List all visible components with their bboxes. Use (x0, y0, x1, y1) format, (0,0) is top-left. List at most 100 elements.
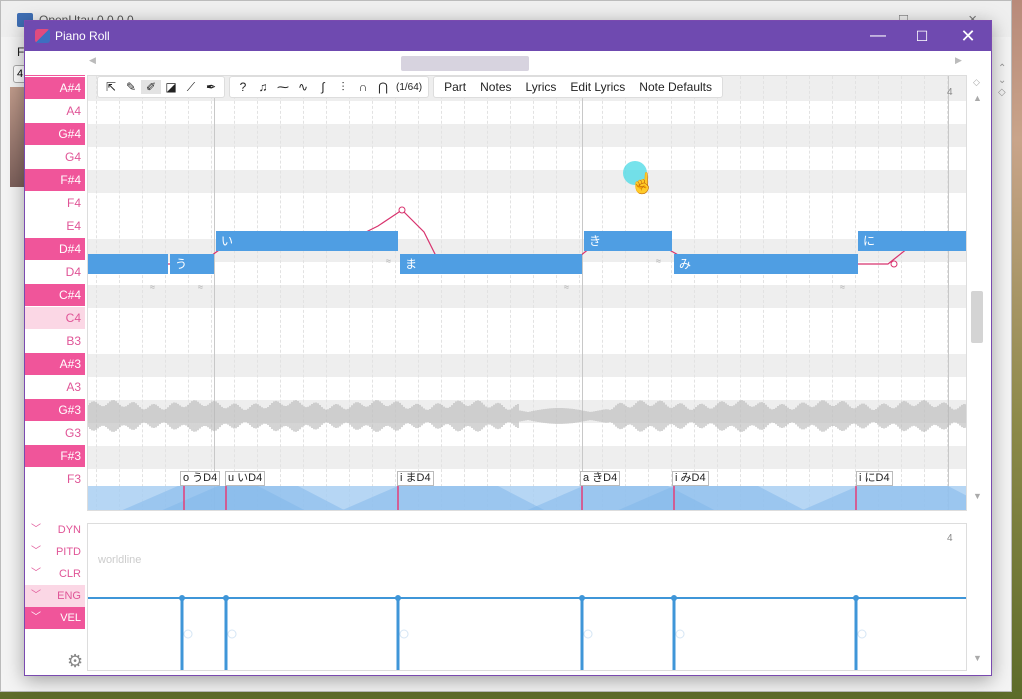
horizontal-scrollbar[interactable]: ◀ ▶ (87, 53, 967, 73)
phoneme-label[interactable]: u いD4 (225, 471, 266, 486)
help-button[interactable]: ? (233, 80, 253, 94)
note[interactable] (88, 254, 168, 274)
scroll-left-icon[interactable]: ◀ (89, 55, 96, 66)
expression-pitd[interactable]: ﹀ PITD (25, 541, 85, 563)
piano-keys[interactable]: D#5A#4A4G#4G4F#4F4E4D#4D4C#4C4B3A#3A3G#3… (25, 75, 85, 511)
expression-dyn[interactable]: ﹀ DYN (25, 519, 85, 541)
expression-label: PITD (55, 546, 81, 558)
minimize-icon: — (870, 27, 886, 44)
piano-key-f4[interactable]: F4 (25, 192, 85, 214)
diamond-icon[interactable]: ◇ (973, 77, 980, 88)
menu-lyrics[interactable]: Lyrics (519, 80, 564, 94)
view-toggle-icon[interactable]: ⁓ (273, 80, 293, 94)
note[interactable]: い (216, 231, 398, 251)
close-icon: ✕ (960, 26, 976, 46)
phoneme-label[interactable]: i まD4 (397, 471, 434, 486)
pen-icon[interactable]: ✒ (201, 80, 221, 94)
view-toggle-icon[interactable]: ∩ (353, 80, 373, 94)
piano-key-d4[interactable]: D4 (25, 261, 85, 283)
piano-key-c4[interactable]: C4 (25, 307, 85, 329)
piano-key-asharp4[interactable]: A#4 (25, 77, 85, 99)
expression-label: ENG (57, 590, 81, 602)
piano-key-e4[interactable]: E4 (25, 215, 85, 237)
note[interactable]: き (584, 231, 672, 251)
piano-key-csharp4[interactable]: C#4 (25, 284, 85, 306)
expression-scrollbar[interactable]: ▼ (969, 523, 985, 671)
piano-key-gsharp4[interactable]: G#4 (25, 123, 85, 145)
cursor-icon[interactable]: ⇱ (101, 80, 121, 94)
pitch-control-point[interactable] (890, 260, 898, 268)
piano-key-fsharp4[interactable]: F#4 (25, 169, 85, 191)
expression-curve[interactable] (88, 524, 967, 671)
titlebar: Piano Roll — ☐ ✕ (25, 21, 991, 51)
piano-key-g3[interactable]: G3 (25, 422, 85, 444)
minimize-button[interactable]: — (867, 25, 889, 47)
view-toggle-icon[interactable]: ⋂ (373, 80, 393, 94)
brush-icon[interactable]: ⟋ (181, 80, 201, 95)
piano-key-b3[interactable]: B3 (25, 330, 85, 352)
phoneme-label[interactable]: a きD4 (580, 471, 621, 486)
vertical-scroll-thumb[interactable] (971, 291, 983, 343)
view-toggle-icon[interactable]: ⫶ (333, 80, 353, 95)
piano-key-fsharp3[interactable]: F#3 (25, 445, 85, 467)
velocity-point[interactable] (223, 595, 229, 601)
note[interactable]: ま (400, 254, 582, 274)
magic-pencil-icon[interactable]: ✐ (141, 80, 161, 94)
velocity-point[interactable] (579, 595, 585, 601)
menu-notes[interactable]: Notes (473, 80, 518, 94)
piano-key-f3[interactable]: F3 (25, 468, 85, 490)
chevron-down-icon[interactable]: ﹀ (31, 585, 41, 607)
phoneme-label[interactable]: i みD4 (672, 471, 709, 486)
velocity-point[interactable] (671, 595, 677, 601)
pitch-curve[interactable] (88, 76, 967, 511)
horizontal-scroll-thumb[interactable] (401, 56, 529, 71)
expression-eng[interactable]: ﹀ ENG (25, 585, 85, 607)
note[interactable]: う (170, 254, 214, 274)
phoneme-label[interactable]: o うD4 (180, 471, 221, 486)
piano-key-dsharp4[interactable]: D#4 (25, 238, 85, 260)
chevron-down-icon[interactable]: ﹀ (31, 519, 41, 541)
note[interactable]: に (858, 231, 966, 251)
note-grid[interactable]: ういまきみに ≈ ≈ ≈ ≈ ≈ ≈ o うD4 u いD4 i まD4 a きD4 i みD4 i … (87, 75, 967, 511)
app-icon (35, 29, 50, 43)
expression-grid[interactable]: worldline (87, 523, 967, 671)
view-toggle-icon[interactable]: ∫ (313, 80, 333, 94)
maximize-button[interactable]: ☐ (911, 25, 933, 47)
scroll-down-icon[interactable]: ▼ (973, 491, 982, 501)
velocity-point[interactable] (179, 595, 185, 601)
snap-selector[interactable]: (1/64) (393, 82, 425, 93)
piano-key-a4[interactable]: A4 (25, 100, 85, 122)
view-toggle-icon[interactable]: ∿ (293, 80, 313, 94)
piano-key-a3[interactable]: A3 (25, 376, 85, 398)
pitch-control-point[interactable] (398, 206, 406, 214)
chevron-down-icon[interactable]: ﹀ (31, 563, 41, 585)
menu-part[interactable]: Part (437, 80, 473, 94)
vertical-scrollbar[interactable]: ◇ ▲ ▼ (969, 77, 985, 507)
expression-clr[interactable]: ﹀ CLR (25, 563, 85, 585)
note[interactable]: み (674, 254, 858, 274)
menu-note-defaults[interactable]: Note Defaults (632, 80, 719, 94)
piano-key-g4[interactable]: G4 (25, 146, 85, 168)
close-button[interactable]: ✕ (957, 25, 979, 47)
eraser-icon[interactable]: ◪ (161, 80, 181, 94)
velocity-point[interactable] (853, 595, 859, 601)
chevron-down-icon[interactable]: ﹀ (31, 541, 41, 563)
view-toggle-icon[interactable]: ♫ (253, 80, 273, 94)
scroll-down-icon[interactable]: ▼ (973, 653, 982, 663)
piano-roll-window: Piano Roll — ☐ ✕ ◀ ▶ D#5A#4A4G#4G4F#4F4E… (24, 20, 992, 676)
piano-key-asharp3[interactable]: A#3 (25, 353, 85, 375)
hand-cursor-icon: ☝ (630, 173, 655, 195)
expression-label: DYN (57, 524, 81, 536)
velocity-point[interactable] (395, 595, 401, 601)
scroll-right-icon[interactable]: ▶ (955, 55, 962, 66)
background-scrollbar[interactable]: ⌃ ⌄ ◇ (997, 61, 1011, 661)
gear-icon[interactable]: ⚙ (67, 651, 83, 672)
scroll-up-icon[interactable]: ▲ (973, 93, 982, 103)
piano-key-dsharp5[interactable]: D#5 (25, 75, 85, 76)
expression-vel[interactable]: ﹀ VEL (25, 607, 85, 629)
pencil-icon[interactable]: ✎ (121, 80, 141, 94)
phoneme-label[interactable]: i にD4 (856, 471, 893, 486)
menu-edit-lyrics[interactable]: Edit Lyrics (563, 80, 632, 94)
chevron-down-icon[interactable]: ﹀ (31, 607, 41, 629)
piano-key-gsharp3[interactable]: G#3 (25, 399, 85, 421)
